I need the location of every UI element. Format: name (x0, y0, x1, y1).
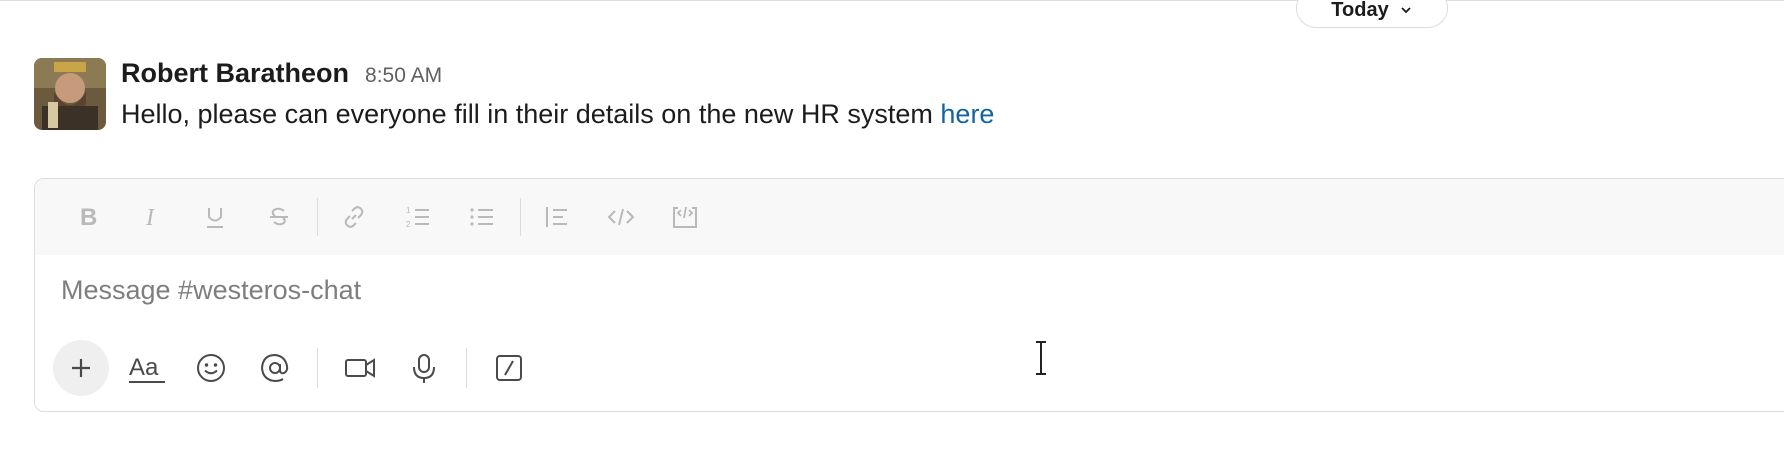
code-icon[interactable] (595, 195, 647, 239)
message-composer: B I 12 Message #westeros-chat Aa (34, 178, 1784, 412)
emoji-icon[interactable] (185, 342, 237, 394)
plus-icon[interactable] (53, 340, 109, 396)
message-timestamp[interactable]: 8:50 AM (365, 64, 442, 88)
bulleted-list-icon[interactable] (456, 195, 508, 239)
blockquote-icon[interactable] (531, 195, 583, 239)
italic-icon[interactable]: I (125, 195, 177, 239)
text-cursor-icon (1036, 341, 1046, 375)
action-separator (317, 348, 318, 388)
svg-text:1: 1 (406, 206, 411, 215)
toolbar-separator (317, 198, 318, 236)
chevron-down-icon (1401, 7, 1411, 14)
message-input-placeholder: Message #westeros-chat (61, 274, 362, 305)
message-input[interactable]: Message #westeros-chat (35, 255, 1784, 325)
shortcuts-icon[interactable] (483, 342, 535, 394)
message-body: Hello, please can everyone fill in their… (121, 99, 941, 129)
message-text: Hello, please can everyone fill in their… (121, 99, 994, 130)
bold-icon[interactable]: B (61, 195, 113, 239)
ordered-list-icon[interactable]: 12 (392, 195, 444, 239)
microphone-icon[interactable] (398, 342, 450, 394)
svg-text:2: 2 (406, 220, 411, 229)
mention-icon[interactable] (249, 342, 301, 394)
code-block-icon[interactable] (659, 195, 711, 239)
svg-text:B: B (80, 204, 97, 231)
date-divider-line (0, 0, 1784, 1)
underline-icon[interactable] (189, 195, 241, 239)
composer-actions: Aa (35, 325, 1784, 411)
avatar[interactable] (34, 58, 106, 130)
message-link[interactable]: here (940, 99, 994, 129)
message-item: Robert Baratheon 8:50 AM Hello, please c… (34, 58, 994, 130)
date-divider-label: Today (1331, 0, 1389, 21)
formatting-toolbar: B I 12 (35, 179, 1784, 255)
sender-name[interactable]: Robert Baratheon (121, 58, 349, 89)
svg-text:I: I (145, 205, 155, 231)
link-icon[interactable] (328, 195, 380, 239)
text-format-icon[interactable]: Aa (121, 342, 173, 394)
action-separator (466, 348, 467, 388)
date-divider-button[interactable]: Today (1296, 0, 1448, 28)
toolbar-separator (520, 198, 521, 236)
video-icon[interactable] (334, 342, 386, 394)
strikethrough-icon[interactable] (253, 195, 305, 239)
text-format-label: Aa (129, 354, 159, 381)
